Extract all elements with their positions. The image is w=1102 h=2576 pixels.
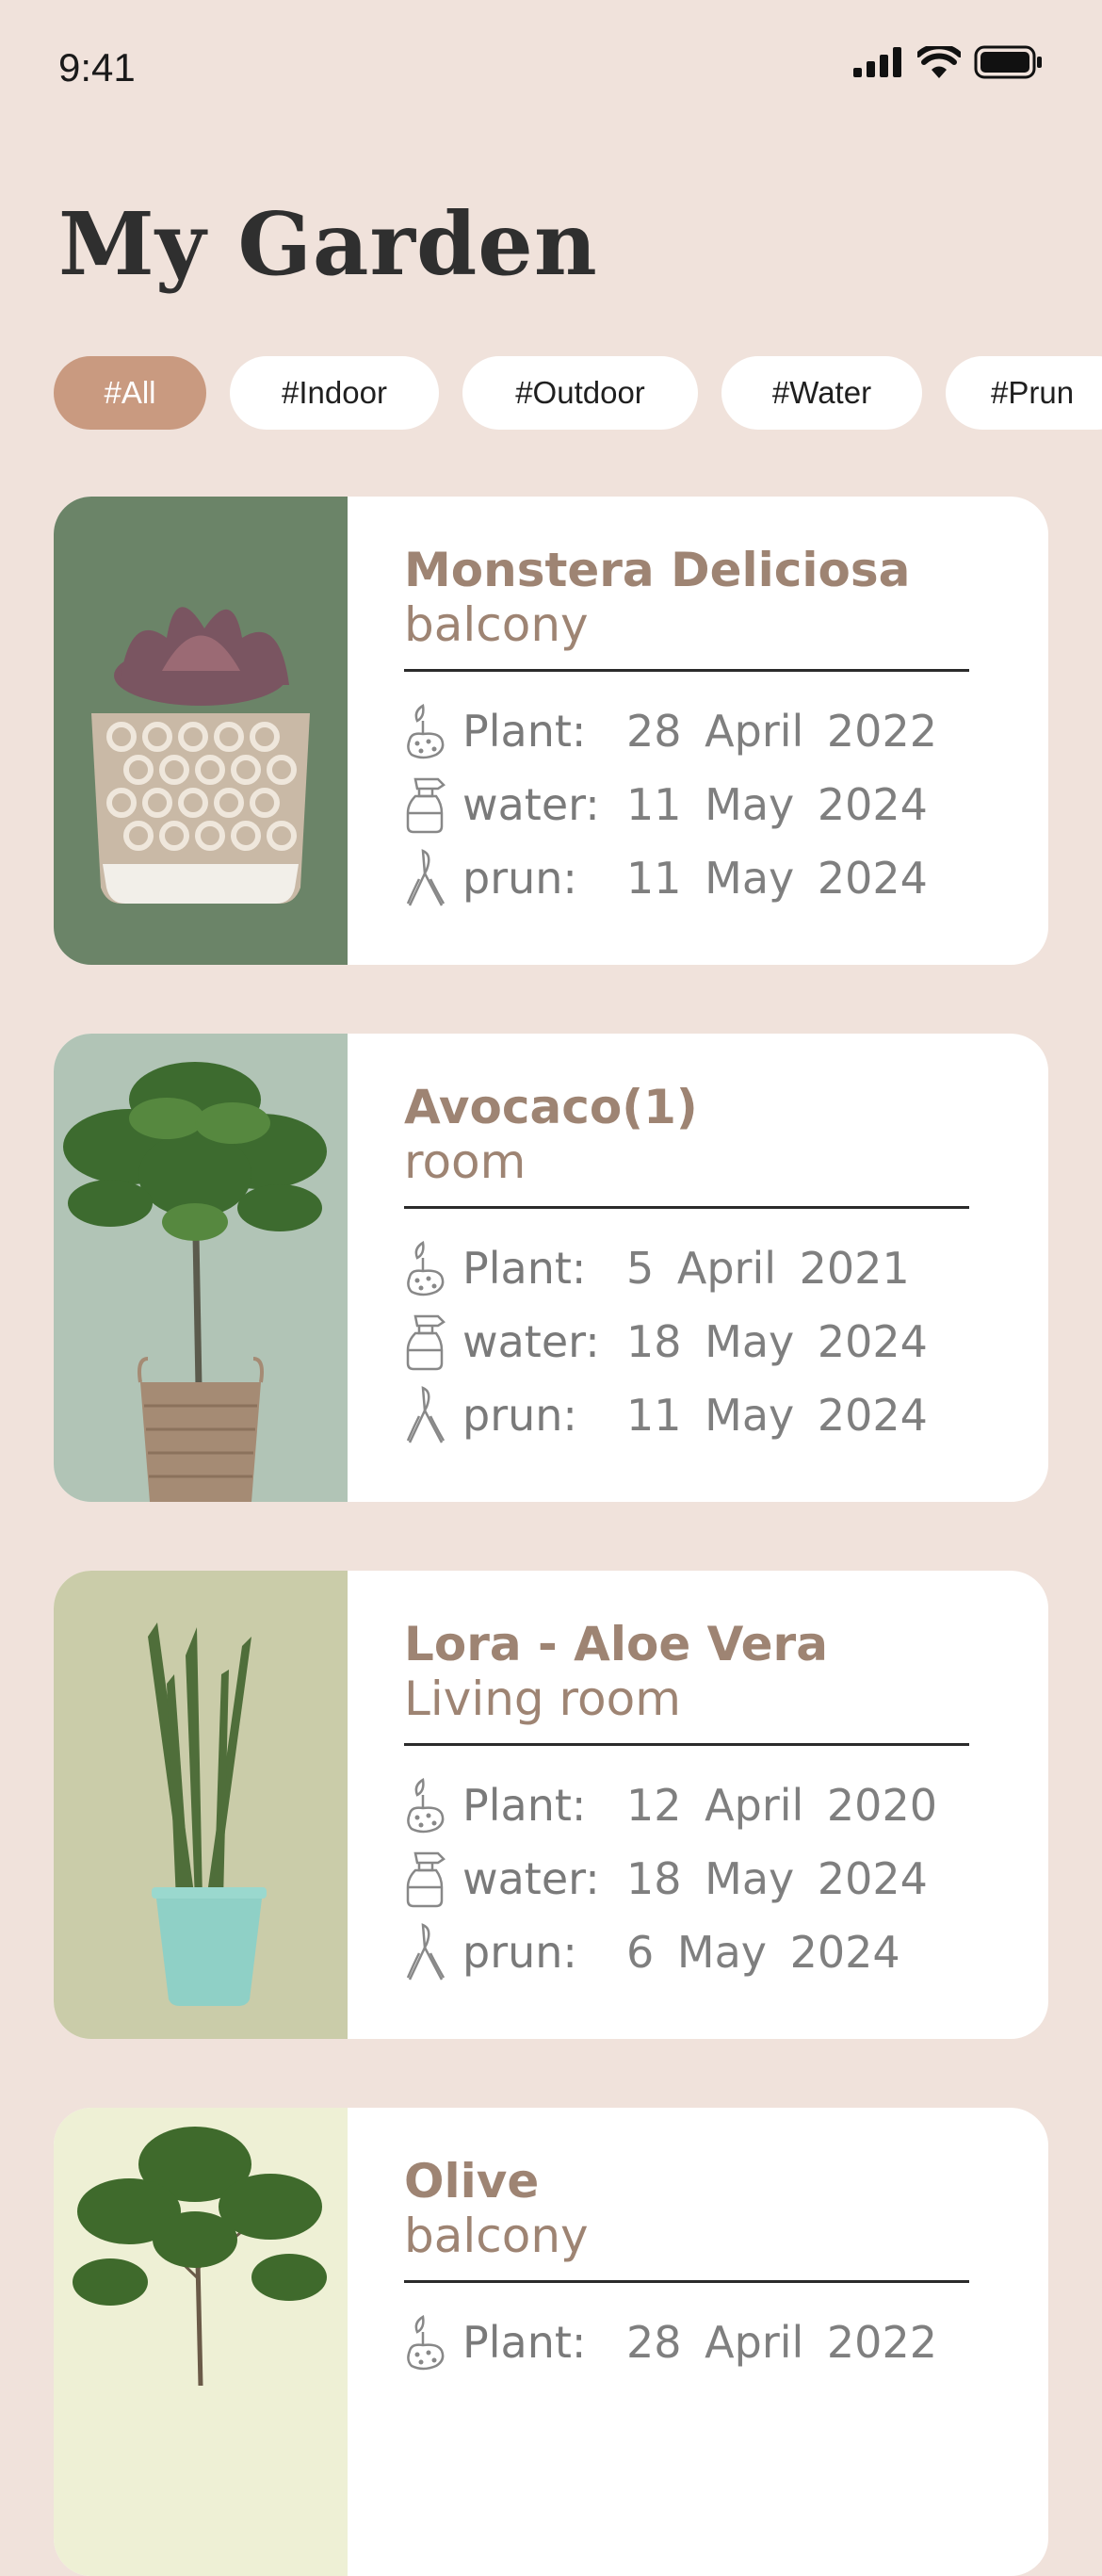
info-row-water: water: 11 May 2024 bbox=[404, 768, 969, 841]
filter-chip-indoor[interactable]: #Indoor bbox=[230, 356, 439, 430]
row-value: 18 May 2024 bbox=[626, 1853, 928, 1904]
plant-name: Olive bbox=[404, 2154, 540, 2209]
info-row-plant: Plant: 28 April 2022 bbox=[404, 2306, 969, 2379]
info-row-plant: Plant: 28 April 2022 bbox=[404, 694, 969, 768]
seedling-icon bbox=[404, 1775, 451, 1835]
wifi-icon bbox=[917, 46, 961, 78]
plant-card[interactable]: Monstera Deliciosa balcony Plant: 28 Apr… bbox=[54, 497, 1048, 965]
row-label: prun: bbox=[462, 1390, 577, 1441]
info-row-water: water: 18 May 2024 bbox=[404, 1305, 969, 1378]
plant-name: Lora - Aloe Vera bbox=[404, 1617, 828, 1671]
row-value: 28 April 2022 bbox=[626, 706, 937, 757]
plant-image bbox=[54, 497, 348, 965]
plant-info: Olive balcony Plant: 28 April 2022 bbox=[404, 2154, 969, 2379]
status-icons bbox=[853, 45, 1044, 79]
plant-location: Living room bbox=[404, 1671, 681, 1726]
row-value: 11 May 2024 bbox=[626, 853, 928, 904]
filter-chip-prun[interactable]: #Prun bbox=[946, 356, 1102, 430]
divider bbox=[404, 1206, 969, 1209]
divider bbox=[404, 2280, 969, 2283]
plant-info: Lora - Aloe Vera Living room Plant: 12 A… bbox=[404, 1617, 969, 1989]
plant-name: Monstera Deliciosa bbox=[404, 543, 911, 597]
row-value: 12 April 2020 bbox=[626, 1780, 937, 1831]
battery-icon bbox=[974, 45, 1042, 79]
row-label: water: bbox=[462, 1316, 600, 1367]
signal-icon bbox=[853, 47, 901, 77]
spray-bottle-icon bbox=[404, 1312, 451, 1372]
filter-chip-water[interactable]: #Water bbox=[721, 356, 922, 430]
filter-chip-outdoor[interactable]: #Outdoor bbox=[462, 356, 698, 430]
plant-card[interactable]: Lora - Aloe Vera Living room Plant: 12 A… bbox=[54, 1571, 1048, 2039]
row-value: 5 April 2021 bbox=[626, 1243, 910, 1294]
seedling-icon bbox=[404, 701, 451, 761]
seedling-icon bbox=[404, 2312, 451, 2372]
row-label: prun: bbox=[462, 1927, 577, 1978]
row-label: prun: bbox=[462, 853, 577, 904]
row-label: Plant: bbox=[462, 1780, 587, 1831]
pruning-shears-icon bbox=[404, 848, 451, 908]
plant-card[interactable]: Avocaco(1) room Plant: 5 April 2021 wate… bbox=[54, 1034, 1048, 1502]
info-row-prun: prun: 6 May 2024 bbox=[404, 1916, 969, 1989]
plant-card[interactable]: Olive balcony Plant: 28 April 2022 bbox=[54, 2108, 1048, 2576]
plant-location: room bbox=[404, 1133, 527, 1189]
row-label: Plant: bbox=[462, 2317, 587, 2368]
plant-location: balcony bbox=[404, 2208, 589, 2263]
row-value: 6 May 2024 bbox=[626, 1927, 900, 1978]
row-label: Plant: bbox=[462, 1243, 587, 1294]
row-value: 28 April 2022 bbox=[626, 2317, 937, 2368]
row-label: Plant: bbox=[462, 706, 587, 757]
filter-chips: #All #Indoor #Outdoor #Water #Prun bbox=[54, 356, 1102, 430]
status-time: 9:41 bbox=[58, 45, 136, 90]
row-value: 11 May 2024 bbox=[626, 1390, 928, 1441]
page-title: My Garden bbox=[58, 193, 598, 295]
spray-bottle-icon bbox=[404, 774, 451, 835]
plant-name: Avocaco(1) bbox=[404, 1080, 698, 1134]
spray-bottle-icon bbox=[404, 1849, 451, 1909]
info-row-plant: Plant: 12 April 2020 bbox=[404, 1769, 969, 1842]
filter-chip-all[interactable]: #All bbox=[54, 356, 206, 430]
plant-image bbox=[54, 1034, 348, 1502]
row-value: 18 May 2024 bbox=[626, 1316, 928, 1367]
seedling-icon bbox=[404, 1238, 451, 1298]
row-label: water: bbox=[462, 779, 600, 830]
info-row-water: water: 18 May 2024 bbox=[404, 1842, 969, 1916]
row-value: 11 May 2024 bbox=[626, 779, 928, 830]
info-row-plant: Plant: 5 April 2021 bbox=[404, 1231, 969, 1305]
divider bbox=[404, 669, 969, 672]
plant-location: balcony bbox=[404, 596, 589, 652]
pruning-shears-icon bbox=[404, 1385, 451, 1445]
row-label: water: bbox=[462, 1853, 600, 1904]
pruning-shears-icon bbox=[404, 1922, 451, 1982]
plant-info: Avocaco(1) room Plant: 5 April 2021 wate… bbox=[404, 1080, 969, 1452]
info-row-prun: prun: 11 May 2024 bbox=[404, 1378, 969, 1452]
plant-image bbox=[54, 2108, 348, 2576]
divider bbox=[404, 1743, 969, 1746]
plant-image bbox=[54, 1571, 348, 2039]
plant-info: Monstera Deliciosa balcony Plant: 28 Apr… bbox=[404, 543, 969, 915]
info-row-prun: prun: 11 May 2024 bbox=[404, 841, 969, 915]
